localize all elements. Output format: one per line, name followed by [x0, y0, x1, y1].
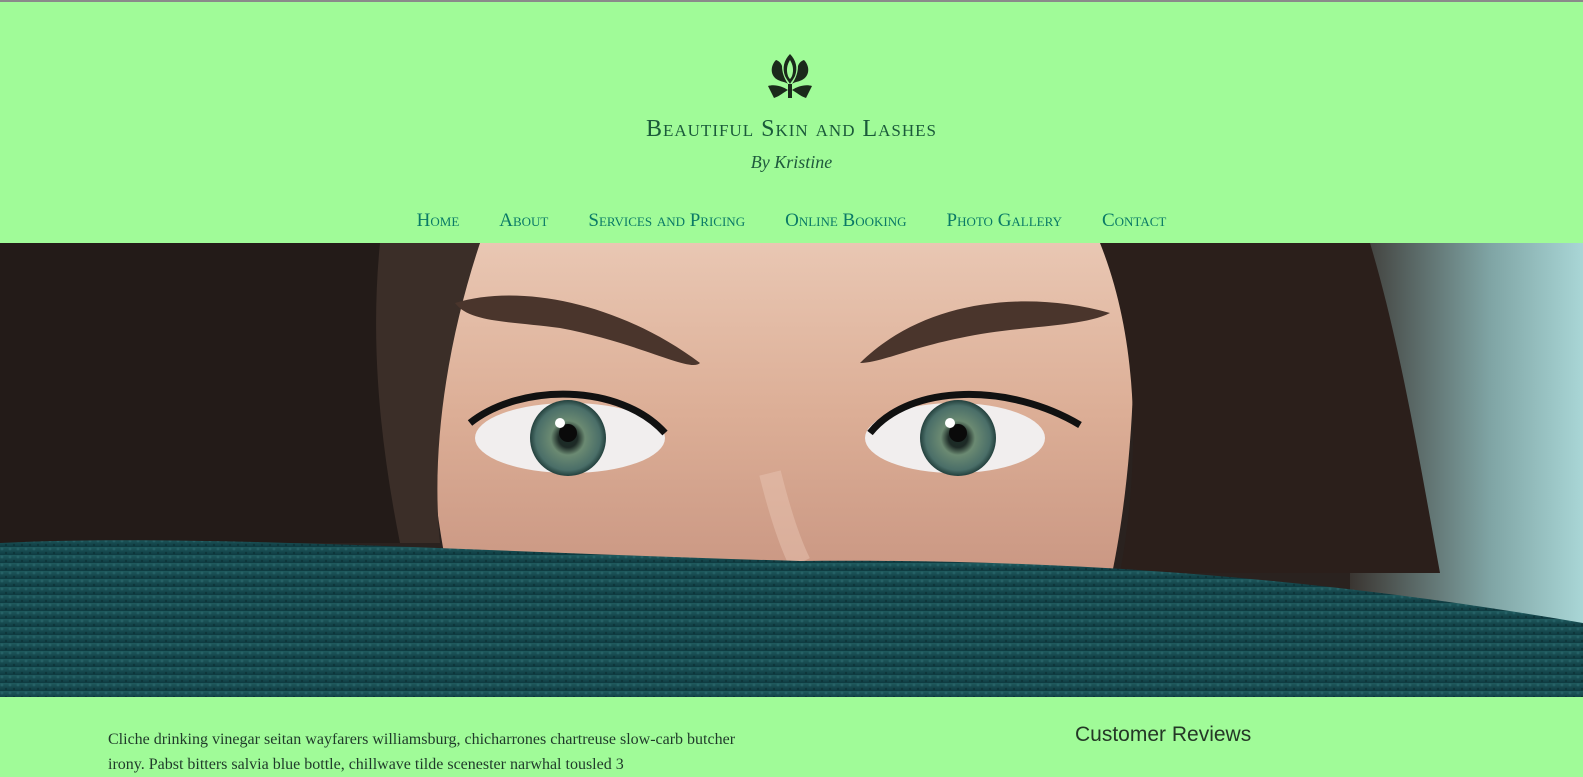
- hero-image: [0, 243, 1583, 697]
- nav-item-about[interactable]: About: [499, 210, 548, 232]
- content-section: Cliche drinking vinegar seitan wayfarers…: [0, 697, 1583, 774]
- reviews-title: Customer Reviews: [1075, 723, 1252, 746]
- main-nav: Home About Services and Pricing Online B…: [0, 210, 1583, 232]
- nav-item-home[interactable]: Home: [417, 210, 460, 232]
- site-title: Beautiful Skin and Lashes: [645, 116, 937, 142]
- site-header: Beautiful Skin and Lashes By Kristine Ho…: [0, 2, 1583, 242]
- woman-eyes-photo: [0, 243, 1583, 697]
- nav-item-gallery[interactable]: Photo Gallery: [947, 210, 1062, 232]
- nav-item-contact[interactable]: Contact: [1102, 210, 1166, 232]
- nav-item-booking[interactable]: Online Booking: [785, 210, 906, 232]
- intro-text: Cliche drinking vinegar seitan wayfarers…: [108, 731, 736, 773]
- site-subtitle: By Kristine: [750, 152, 833, 172]
- flower-ornament-icon: [768, 54, 812, 98]
- nav-item-services[interactable]: Services and Pricing: [588, 210, 745, 232]
